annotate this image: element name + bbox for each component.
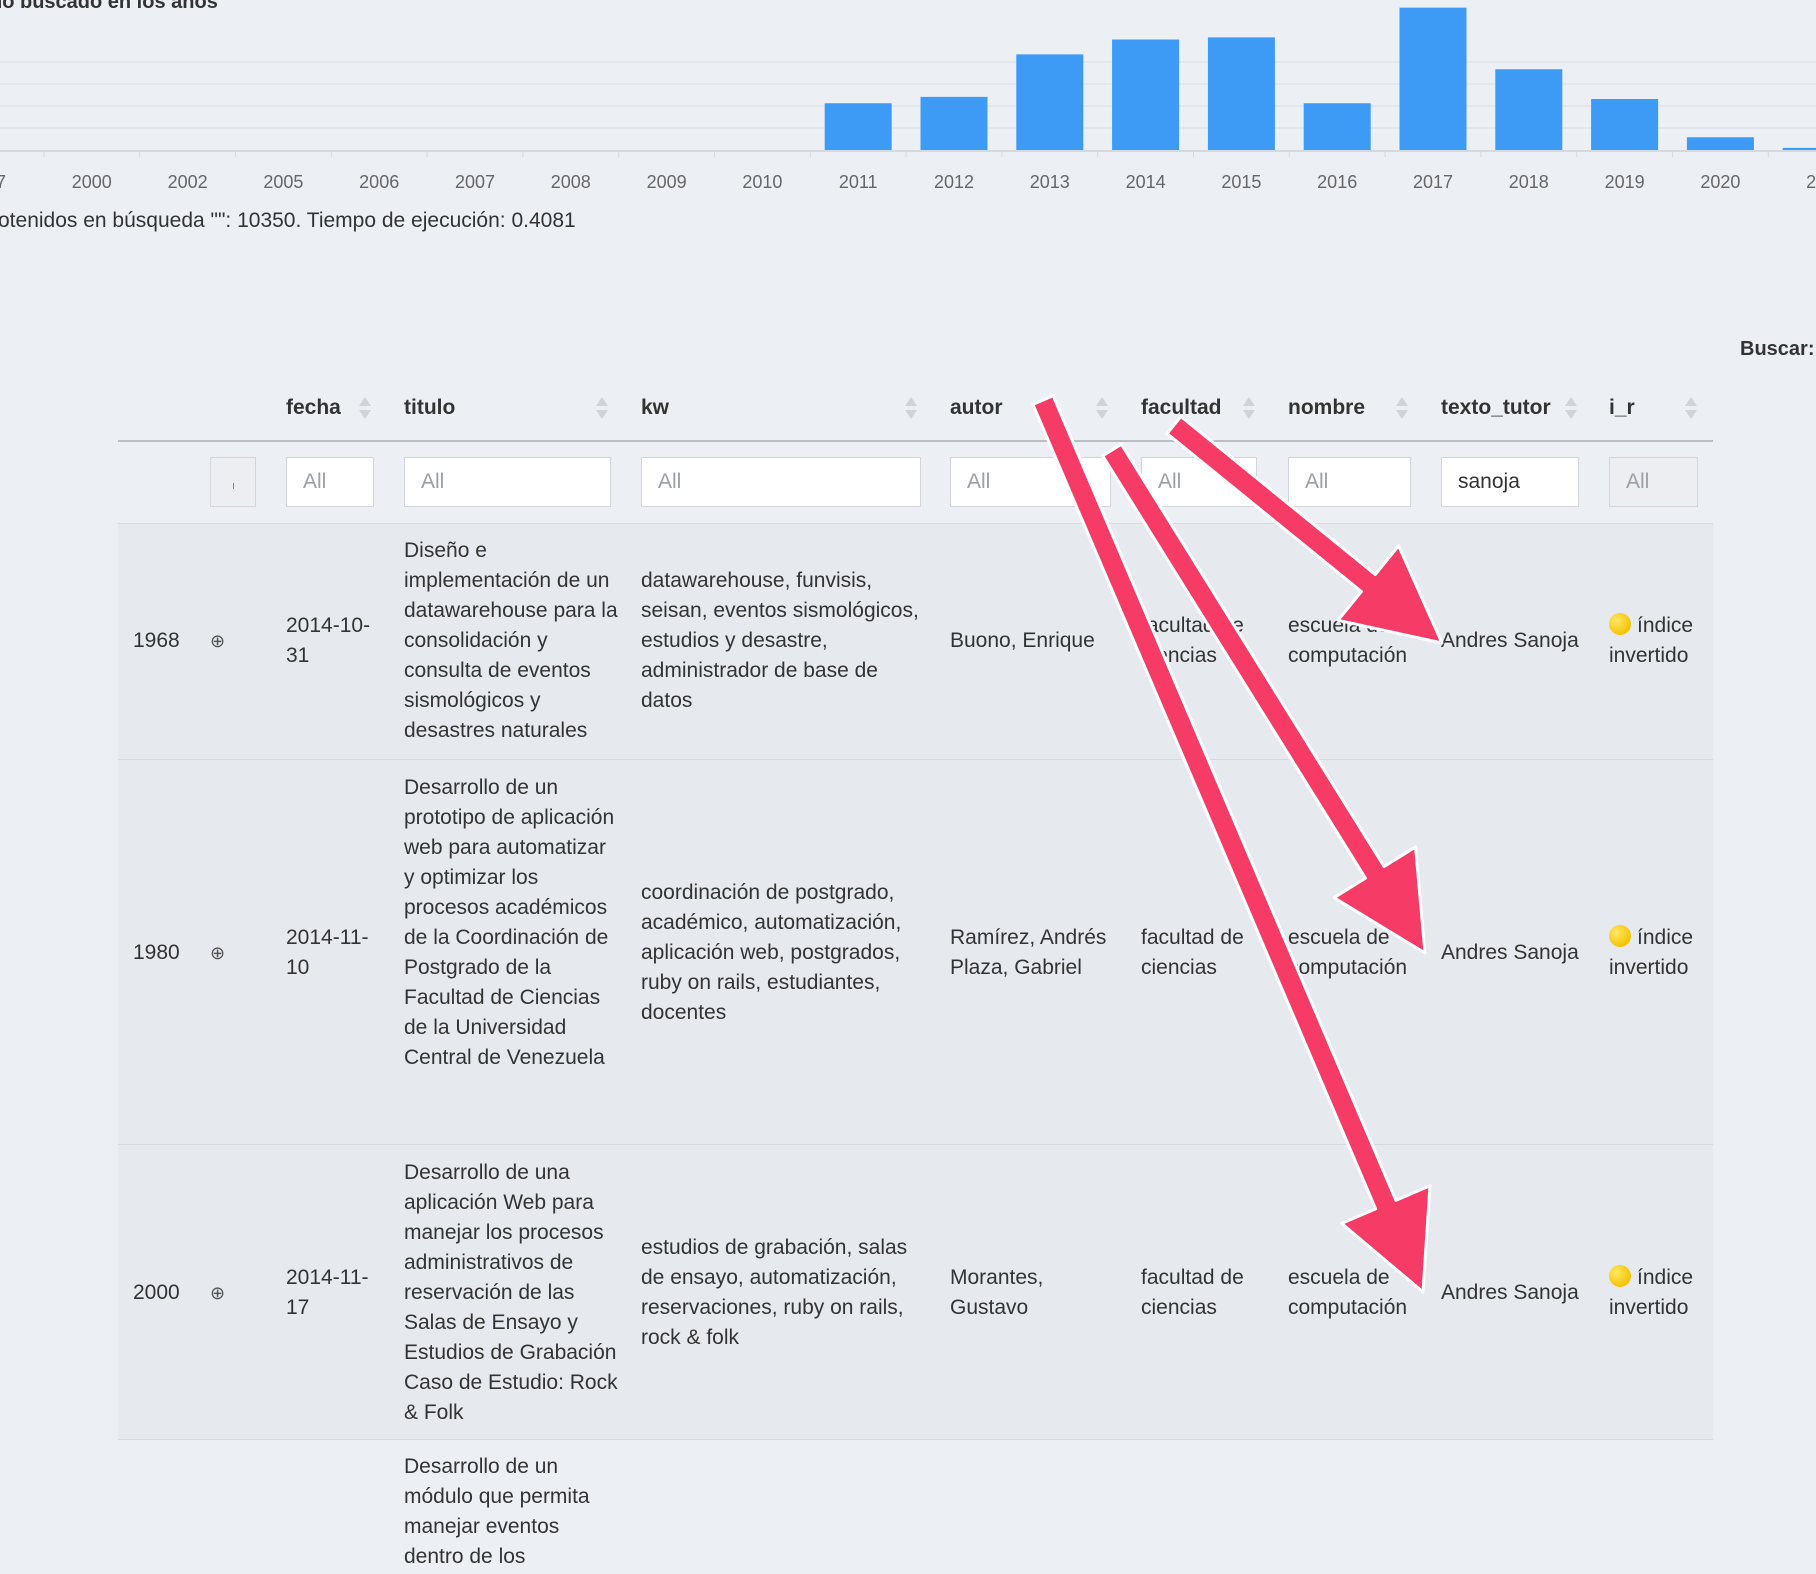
bar-2020 <box>1686 137 1754 150</box>
row-id: 1980 <box>133 941 180 964</box>
column-header-autor[interactable]: autor <box>950 396 1003 420</box>
x-tick-label: 2010 <box>742 172 782 192</box>
filter-fecha[interactable] <box>286 457 374 507</box>
x-tick-label: 2017 <box>1413 172 1453 192</box>
cell-fecha: 2014-10-31 <box>286 614 371 667</box>
row-id: 1968 <box>133 629 180 652</box>
cell-nombre: escuela de computación <box>1288 614 1408 667</box>
cell-autor: Morantes, Gustavo <box>950 1266 1044 1319</box>
bar-2017 <box>1399 7 1467 150</box>
column-header-nombre[interactable]: nombre <box>1288 396 1365 420</box>
x-tick-label: 2018 <box>1509 172 1549 192</box>
cell-autor: Buono, Enrique <box>950 629 1095 652</box>
cell-fecha: 2014-11-17 <box>286 1266 369 1319</box>
cell-nombre: escuela de computación <box>1288 1266 1408 1319</box>
sort-i-r-icon[interactable] <box>1685 397 1697 421</box>
cell-texto-tutor: Andres Sanoja <box>1441 941 1579 964</box>
cell-i-r: índice invertido <box>1609 923 1714 983</box>
x-tick-label: 20 <box>1806 172 1816 192</box>
cell-facultad: facultad de ciencias <box>1141 614 1244 667</box>
table-row[interactable]: Desarrollo de un módulo que permita mane… <box>118 1439 1713 1574</box>
expand-row-icon[interactable]: ⊕ <box>210 1278 225 1308</box>
cell-kw: estudios de grabación, salas de ensayo, … <box>641 1236 908 1349</box>
column-header-fecha[interactable]: fecha <box>286 396 341 420</box>
cell-kw: coordinación de postgrado, académico, au… <box>641 881 902 1024</box>
cell-texto-tutor: Andres Sanoja <box>1441 629 1579 652</box>
table-row[interactable]: 1968 ⊕ 2014-10-31 Diseño e implementació… <box>118 523 1713 759</box>
row-id: 2000 <box>133 1281 180 1304</box>
cell-fecha: 2014-11-10 <box>286 926 369 979</box>
cell-titulo: Desarrollo de un prototipo de aplicación… <box>404 776 615 1069</box>
x-tick-label: 2016 <box>1317 172 1357 192</box>
x-tick-label: 2009 <box>647 172 687 192</box>
x-tick-label: 2015 <box>1221 172 1261 192</box>
expand-row-icon[interactable]: ⊕ <box>210 626 225 656</box>
filter-autor[interactable] <box>950 457 1111 507</box>
sort-facultad-icon[interactable] <box>1243 397 1255 421</box>
status-dot-icon <box>1609 1265 1631 1287</box>
cell-titulo: Desarrollo de una aplicación Web para ma… <box>404 1161 618 1424</box>
cell-titulo: Desarrollo de un módulo que permita mane… <box>404 1455 590 1568</box>
bar-2011 <box>824 103 892 150</box>
x-tick-label: 2020 <box>1700 172 1740 192</box>
filter-titulo[interactable] <box>404 457 611 507</box>
bar-2018 <box>1495 69 1563 150</box>
status-dot-icon <box>1609 613 1631 635</box>
cell-i-r: índice invertido <box>1609 611 1714 671</box>
sort-autor-icon[interactable] <box>1096 397 1108 421</box>
x-tick-label: 2000 <box>72 172 112 192</box>
header-divider <box>118 440 1713 442</box>
x-tick-label: 2002 <box>168 172 208 192</box>
column-header-facultad[interactable]: facultad <box>1141 396 1222 420</box>
cell-nombre: escuela de computación <box>1288 926 1408 979</box>
sort-kw-icon[interactable] <box>905 397 917 421</box>
column-header-texto-tutor[interactable]: texto_tutor <box>1441 396 1551 420</box>
x-tick-label: 2007 <box>455 172 495 192</box>
x-tick-label: 2006 <box>359 172 399 192</box>
sort-nombre-icon[interactable] <box>1396 397 1408 421</box>
status-dot-icon <box>1609 925 1631 947</box>
cell-facultad: facultad de ciencias <box>1141 1266 1244 1319</box>
bar-2019 <box>1591 99 1659 150</box>
cell-kw: datawarehouse, funvisis, seisan, eventos… <box>641 569 919 712</box>
cell-autor: Ramírez, Andrés Plaza, Gabriel <box>950 926 1107 979</box>
column-header-titulo[interactable]: titulo <box>404 396 455 420</box>
table-row[interactable]: 1980 ⊕ 2014-11-10 Desarrollo de un proto… <box>118 759 1713 1144</box>
bar-20 <box>1782 147 1816 150</box>
sort-texto-tutor-icon[interactable] <box>1565 397 1577 421</box>
filter-expand-column[interactable] <box>210 457 256 507</box>
column-header-i-r[interactable]: i_r <box>1609 396 1635 420</box>
x-tick-label: 2012 <box>934 172 974 192</box>
filter-kw[interactable] <box>641 457 921 507</box>
bar-2015 <box>1207 37 1275 150</box>
search-label: Buscar: <box>1740 338 1815 360</box>
filter-facultad[interactable] <box>1141 457 1257 507</box>
filter-texto-tutor[interactable] <box>1441 457 1579 507</box>
table-row[interactable]: 2000 ⊕ 2014-11-17 Desarrollo de una apli… <box>118 1144 1713 1439</box>
cell-facultad: facultad de ciencias <box>1141 926 1244 979</box>
cell-texto-tutor: Andres Sanoja <box>1441 1281 1579 1304</box>
x-tick-label: 2013 <box>1030 172 1070 192</box>
results-summary: otenidos en búsqueda "": 10350. Tiempo d… <box>0 209 576 232</box>
x-tick-label: 2014 <box>1126 172 1166 192</box>
filter-i-r[interactable] <box>1609 457 1698 507</box>
sort-fecha-icon[interactable] <box>359 397 371 421</box>
column-header-kw[interactable]: kw <box>641 396 669 420</box>
bar-2016 <box>1303 103 1371 150</box>
cell-i-r: índice invertido <box>1609 1263 1714 1323</box>
x-tick-label: 2019 <box>1605 172 1645 192</box>
bar-2014 <box>1112 39 1180 150</box>
expand-row-icon[interactable]: ⊕ <box>210 938 225 968</box>
x-tick-label: 2005 <box>263 172 303 192</box>
x-tick-label: 97 <box>0 172 6 192</box>
x-tick-label: 2008 <box>551 172 591 192</box>
years-bar-chart: 97 2000 2002 2005 2006 2007 2008 2009 2010 2011 20… <box>0 7 1816 192</box>
bar-2012 <box>920 96 988 150</box>
sort-titulo-icon[interactable] <box>596 397 608 421</box>
filter-nombre[interactable] <box>1288 457 1411 507</box>
bar-2013 <box>1016 54 1084 150</box>
x-tick-label: 2011 <box>839 172 878 192</box>
cell-titulo: Diseño e implementación de un datawareho… <box>404 539 618 742</box>
